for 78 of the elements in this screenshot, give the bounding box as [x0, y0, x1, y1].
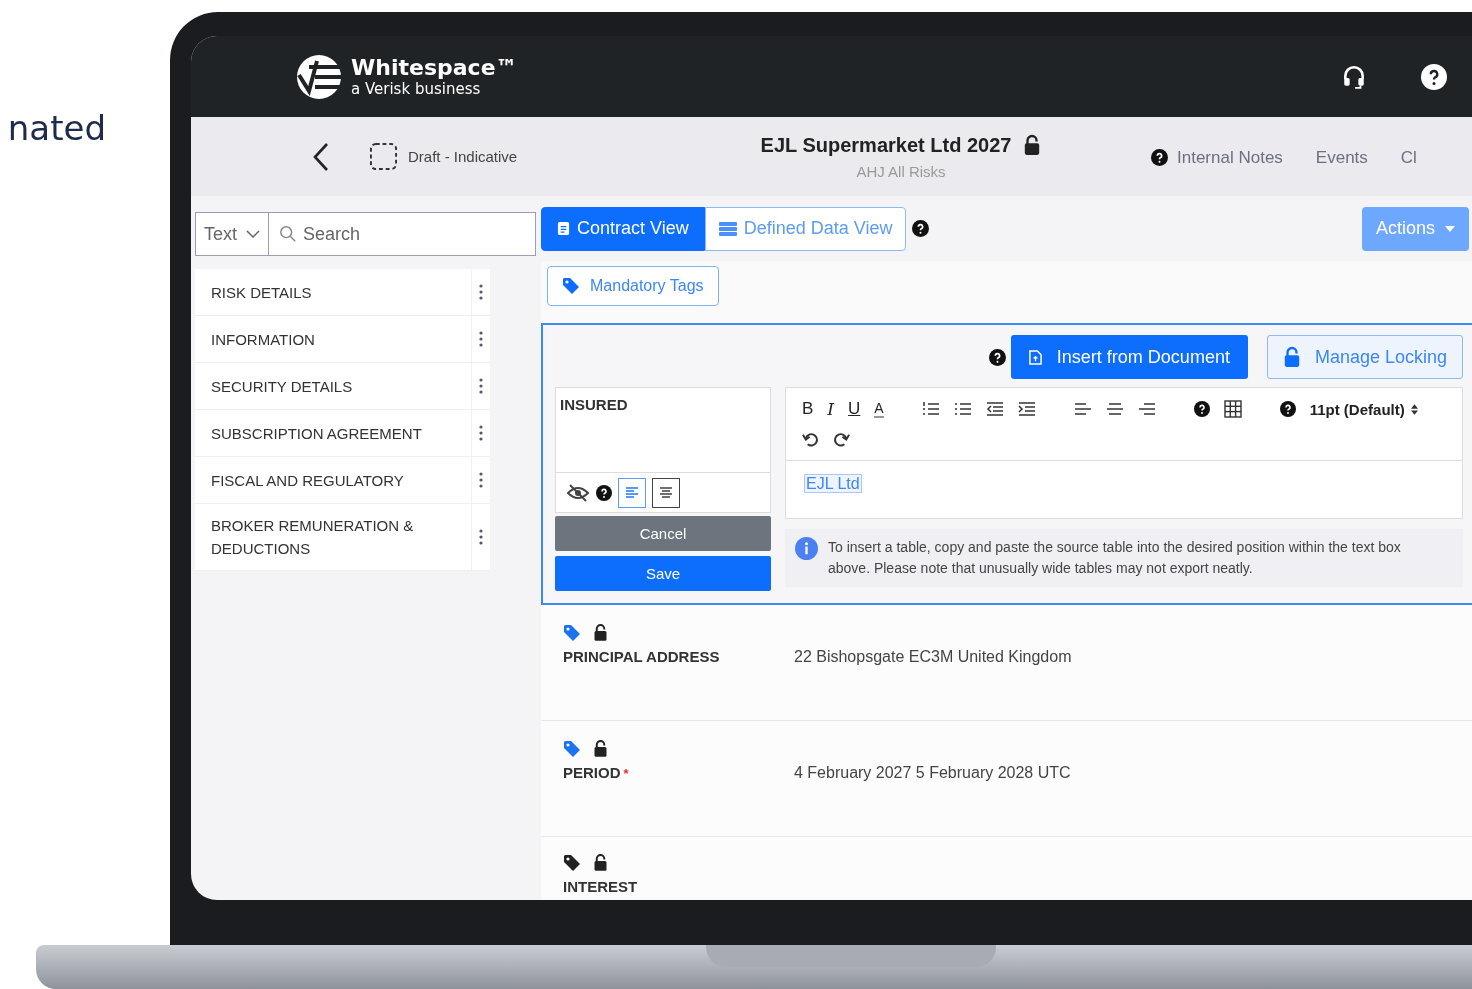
- save-button[interactable]: Save: [555, 556, 771, 591]
- indent-icon[interactable]: [1017, 401, 1036, 417]
- logo-tagline: a Verisk business: [351, 81, 482, 97]
- search-field[interactable]: Search: [269, 212, 536, 256]
- undo-icon[interactable]: [802, 430, 819, 448]
- logo-icon: [295, 52, 343, 101]
- info-icon: [795, 537, 818, 560]
- caret-icon: [1445, 225, 1455, 232]
- insert-from-document-button[interactable]: Insert from Document: [1010, 335, 1248, 379]
- align-center-icon: [658, 484, 674, 501]
- more-icon[interactable]: [479, 425, 483, 441]
- padlock-icon: [1282, 346, 1301, 368]
- text-editor[interactable]: EJL Ltd: [785, 461, 1463, 519]
- file-icon: [1028, 349, 1042, 365]
- record-title: EJL Supermarket Ltd 2027: [760, 133, 1012, 157]
- align-center-icon[interactable]: [1105, 401, 1124, 417]
- sort-arrows-icon: [1410, 403, 1418, 415]
- field-value: 22 Bishopsgate EC3M United Kingdom: [794, 648, 1072, 666]
- help-icon[interactable]: [596, 484, 612, 501]
- headset-icon[interactable]: [1341, 63, 1367, 90]
- align-left-icon[interactable]: [1073, 401, 1092, 417]
- field-value: 4 February 2027 5 February 2028 UTC: [794, 764, 1071, 782]
- document-icon: [557, 221, 570, 236]
- list-icon: [718, 220, 737, 237]
- padlock-icon[interactable]: [593, 623, 608, 642]
- field-name: PRINCIPAL ADDRESS: [563, 648, 720, 665]
- heading-fragment: nated: [7, 108, 107, 150]
- dashed-square-icon: [369, 142, 398, 171]
- padlock-icon[interactable]: [593, 739, 608, 758]
- label-textarea[interactable]: INSURED: [555, 387, 771, 473]
- header-link[interactable]: Cl: [1400, 147, 1417, 168]
- help-icon[interactable]: [912, 220, 930, 237]
- more-icon[interactable]: [479, 529, 483, 545]
- tag-icon: [562, 277, 580, 295]
- align-center-button[interactable]: [652, 477, 680, 508]
- eye-slash-icon[interactable]: [566, 483, 590, 502]
- filter-dropdown[interactable]: Text: [195, 212, 269, 256]
- view-tab[interactable]: Contract View: [541, 206, 705, 251]
- numbered-list-icon[interactable]: [921, 401, 940, 417]
- format-button[interactable]: I: [827, 399, 835, 419]
- more-icon[interactable]: [479, 284, 483, 300]
- back-icon[interactable]: [311, 141, 331, 172]
- cancel-button[interactable]: Cancel: [555, 516, 771, 551]
- help-icon[interactable]: [1421, 63, 1447, 90]
- header-link[interactable]: Internal Notes: [1177, 147, 1283, 168]
- align-right-icon[interactable]: [1137, 401, 1156, 417]
- status-label: Draft - Indicative: [408, 148, 518, 165]
- align-left-button[interactable]: [618, 477, 646, 508]
- manage-locking-button[interactable]: Manage Locking: [1266, 335, 1463, 379]
- editor-text: EJL Ltd: [804, 474, 862, 493]
- field-label: INSURED: [560, 396, 628, 413]
- header-link[interactable]: Events: [1315, 147, 1368, 168]
- more-icon[interactable]: [479, 472, 483, 488]
- help-icon[interactable]: [988, 348, 1006, 366]
- chevron-icon: [246, 230, 260, 238]
- format-button[interactable]: A: [874, 400, 884, 418]
- field-name: INTEREST: [563, 878, 638, 895]
- record-subtitle: AHJ All Risks: [856, 162, 946, 180]
- bullet-list-icon[interactable]: [953, 401, 972, 417]
- tag-icon[interactable]: [563, 853, 581, 872]
- format-button[interactable]: U: [848, 399, 861, 419]
- align-left-icon: [624, 484, 640, 501]
- more-icon[interactable]: [479, 331, 483, 347]
- info-note: To insert a table, copy and paste the source table into the desired position within the text box above. Please note that unusually wide tables may not export neatly.: [828, 538, 1402, 578]
- more-icon[interactable]: [479, 378, 483, 394]
- mandatory-tags-button[interactable]: Mandatory Tags: [547, 266, 719, 306]
- logo-name: Whitespace™: [351, 56, 518, 79]
- redo-icon[interactable]: [833, 430, 850, 448]
- help-icon[interactable]: [1279, 401, 1296, 417]
- required-mark: *: [623, 766, 629, 781]
- font-size-select[interactable]: 11pt (Default): [1309, 400, 1418, 418]
- field-name: PERIOD: [563, 764, 621, 781]
- table-icon[interactable]: [1223, 400, 1242, 418]
- padlock-icon[interactable]: [593, 853, 608, 872]
- format-button[interactable]: B: [802, 399, 814, 419]
- help-icon[interactable]: [1193, 401, 1210, 417]
- outdent-icon[interactable]: [985, 401, 1004, 417]
- help-icon[interactable]: [1151, 149, 1168, 166]
